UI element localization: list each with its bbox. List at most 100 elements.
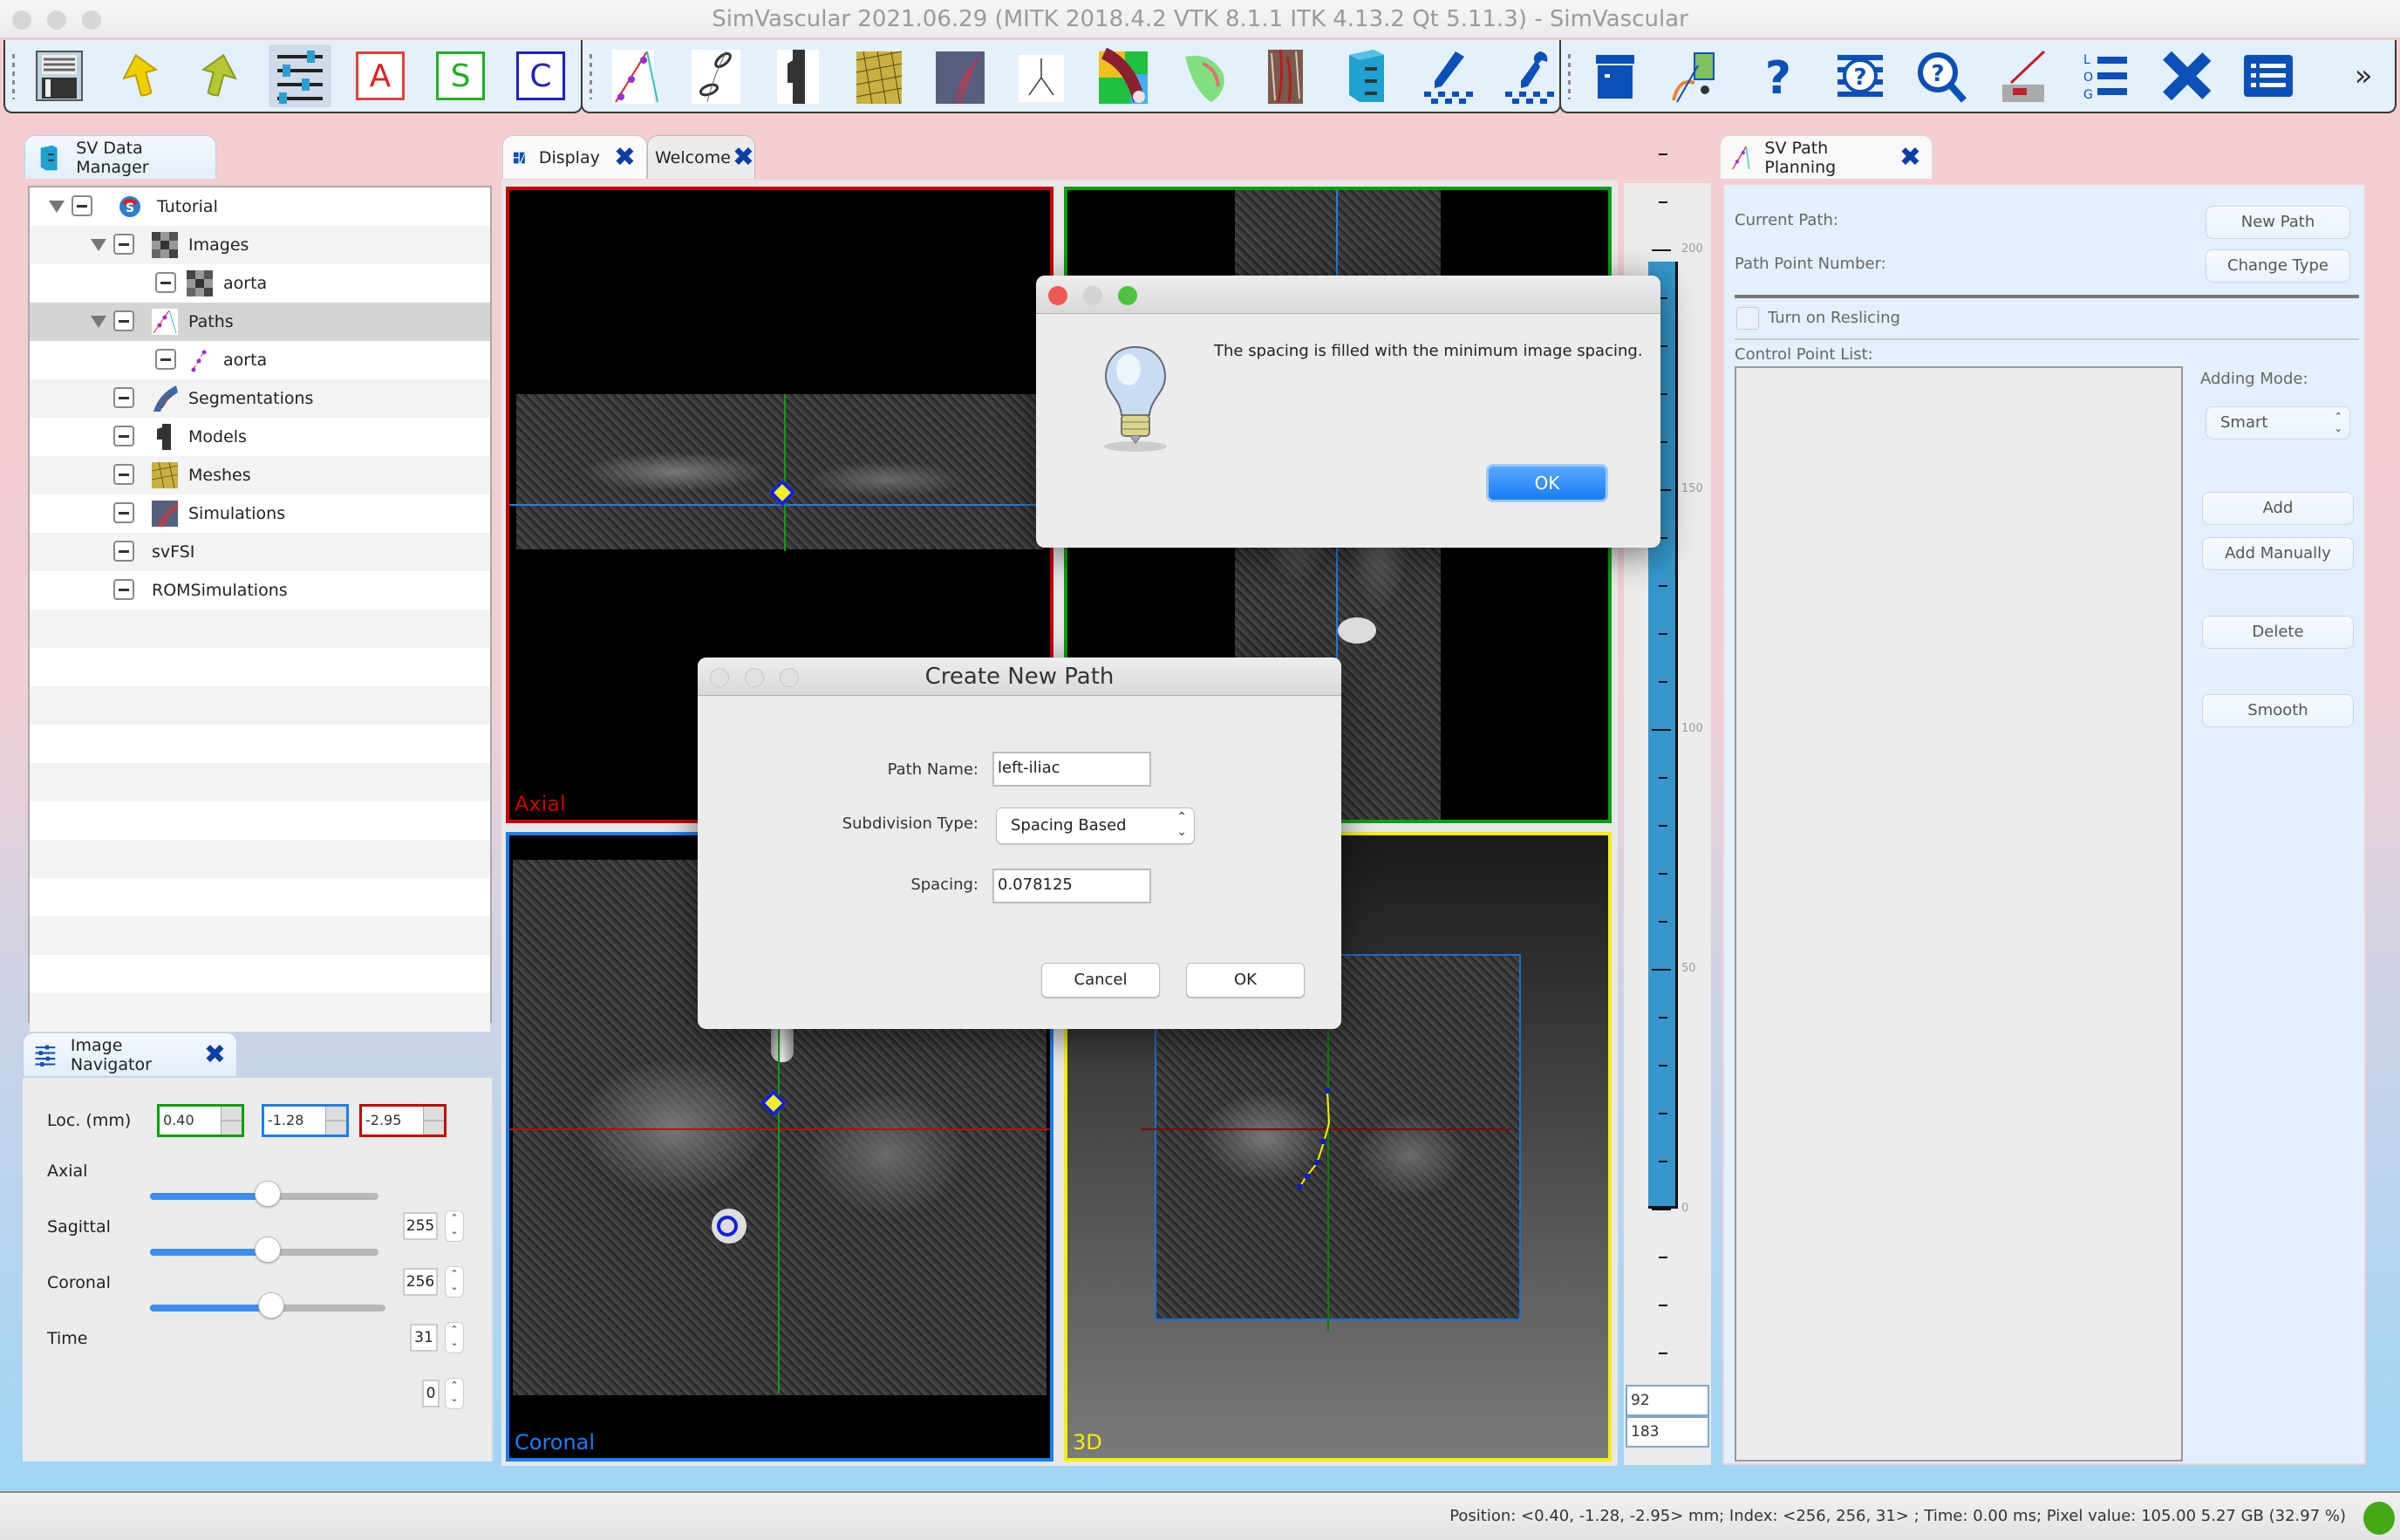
tool-annotation-button[interactable] bbox=[1500, 44, 1559, 107]
redo-button[interactable] bbox=[188, 44, 251, 107]
tree-item-paths[interactable]: Paths bbox=[30, 303, 490, 341]
axial-view-button[interactable]: A bbox=[349, 44, 412, 107]
simulation-button[interactable] bbox=[931, 44, 990, 107]
visibility-toggle[interactable] bbox=[113, 310, 134, 331]
dialog-zoom-button[interactable] bbox=[780, 668, 799, 687]
close-icon[interactable]: ✖ bbox=[204, 1041, 226, 1068]
archive-button[interactable] bbox=[1584, 44, 1647, 107]
expand-arrow-icon[interactable] bbox=[91, 239, 106, 251]
window-field[interactable]: 183 bbox=[1626, 1416, 1709, 1448]
tab-image-navigator[interactable]: Image Navigator ✖ bbox=[23, 1032, 237, 1076]
measurement-button[interactable] bbox=[1666, 44, 1728, 107]
help-button[interactable]: ? bbox=[1747, 44, 1810, 107]
model-button[interactable] bbox=[768, 44, 828, 107]
add-manually-button[interactable]: Add Manually bbox=[2202, 537, 2354, 570]
add-button[interactable]: Add bbox=[2202, 492, 2354, 525]
context-help-button[interactable]: ? bbox=[1829, 44, 1892, 107]
save-button[interactable] bbox=[28, 44, 91, 107]
tree-item-models[interactable]: Models bbox=[30, 418, 490, 456]
loc-x-spinner[interactable] bbox=[221, 1107, 242, 1135]
level-field[interactable]: 92 bbox=[1626, 1385, 1709, 1416]
change-type-button[interactable]: Change Type bbox=[2206, 249, 2350, 283]
svfsi-button[interactable] bbox=[1094, 44, 1153, 107]
visibility-toggle[interactable] bbox=[113, 426, 134, 446]
loc-z-field[interactable]: -2.95 bbox=[359, 1104, 447, 1137]
tab-display[interactable]: Display ✖ bbox=[502, 135, 647, 179]
loc-x-field[interactable]: 0.40 bbox=[157, 1104, 244, 1137]
info-ok-button[interactable]: OK bbox=[1486, 464, 1608, 502]
visibility-toggle[interactable] bbox=[113, 234, 134, 255]
coronal-view-button[interactable]: C bbox=[509, 44, 572, 107]
zoom-window-button[interactable] bbox=[82, 10, 101, 30]
loc-z-spinner[interactable] bbox=[423, 1107, 444, 1135]
sagittal-stepper[interactable]: ⌃ ⌄ bbox=[445, 1266, 464, 1298]
segmentation-button[interactable] bbox=[686, 44, 746, 107]
image-processing-button[interactable] bbox=[1175, 44, 1234, 107]
time-stepper[interactable]: ⌃ ⌄ bbox=[445, 1378, 464, 1409]
coronal-stepper[interactable]: ⌃ ⌄ bbox=[445, 1322, 464, 1353]
sagittal-slider[interactable] bbox=[150, 1237, 378, 1263]
image-navigator-toggle-button[interactable] bbox=[269, 44, 331, 107]
tree-item-aorta[interactable]: aorta bbox=[30, 341, 490, 379]
segmentation-results-button[interactable] bbox=[1256, 44, 1315, 107]
coronal-spinbox[interactable]: 31 bbox=[410, 1324, 438, 1352]
rom-button[interactable] bbox=[1012, 44, 1071, 107]
visibility-toggle[interactable] bbox=[113, 387, 134, 408]
edit-annotation-button[interactable] bbox=[1419, 44, 1478, 107]
data-manager-tree[interactable]: S Tutorial Images aorta Paths aorta Segmentati… bbox=[28, 186, 492, 1032]
ok-button[interactable]: OK bbox=[1186, 963, 1305, 998]
visibility-toggle[interactable] bbox=[155, 349, 176, 370]
data-manager-button[interactable] bbox=[1337, 44, 1396, 107]
axial-slider-handle[interactable] bbox=[255, 1181, 282, 1207]
toolbar-grip[interactable] bbox=[1568, 54, 1571, 99]
sagittal-spinbox[interactable]: 256 bbox=[403, 1268, 438, 1296]
path-planning-button[interactable] bbox=[605, 44, 665, 107]
log-button[interactable]: LOG bbox=[2074, 44, 2137, 107]
reslicing-checkbox[interactable] bbox=[1736, 307, 1759, 330]
tab-sv-path-planning[interactable]: SV Path Planning ✖ bbox=[1720, 135, 1933, 179]
path-point-marker[interactable] bbox=[717, 1216, 738, 1237]
sagittal-view-button[interactable]: S bbox=[429, 44, 492, 107]
toolbar-grip[interactable] bbox=[590, 54, 592, 99]
dialog-close-button[interactable] bbox=[710, 668, 729, 687]
coronal-slider[interactable] bbox=[150, 1292, 385, 1319]
time-spinbox[interactable]: 0 bbox=[422, 1380, 440, 1407]
undo-button[interactable] bbox=[108, 44, 171, 107]
close-window-button[interactable] bbox=[12, 10, 31, 30]
visibility-toggle[interactable] bbox=[155, 272, 176, 293]
close-icon[interactable]: ✖ bbox=[614, 144, 636, 171]
loc-y-field[interactable]: -1.28 bbox=[262, 1104, 349, 1137]
toolbar-overflow-button[interactable]: » bbox=[2332, 44, 2395, 107]
control-point-list[interactable] bbox=[1735, 366, 2183, 1462]
tree-item-simulations[interactable]: Simulations bbox=[30, 494, 490, 533]
visibility-toggle[interactable] bbox=[113, 541, 134, 562]
minimize-window-button[interactable] bbox=[47, 10, 66, 30]
expand-arrow-icon[interactable] bbox=[91, 316, 106, 328]
delete-button[interactable]: Delete bbox=[2202, 616, 2354, 649]
mesh-button[interactable] bbox=[849, 44, 909, 107]
view-list-button[interactable] bbox=[2237, 44, 2300, 107]
cancel-button[interactable]: Cancel bbox=[1041, 963, 1160, 998]
tree-item-aorta[interactable]: aorta bbox=[30, 264, 490, 303]
path-name-input[interactable]: left-iliac bbox=[992, 752, 1151, 787]
tree-item-svfsi[interactable]: svFSI bbox=[30, 533, 490, 571]
dialog-minimize-button[interactable] bbox=[745, 668, 764, 687]
tree-item-romsimulations[interactable]: ROMSimulations bbox=[30, 571, 490, 610]
search-help-button[interactable]: ? bbox=[1910, 44, 1973, 107]
expand-arrow-icon[interactable] bbox=[49, 201, 65, 213]
tree-item-tutorial[interactable]: S Tutorial bbox=[30, 187, 490, 226]
dialog-close-button[interactable] bbox=[1048, 286, 1067, 305]
smooth-button[interactable]: Smooth bbox=[2202, 694, 2354, 727]
tab-welcome[interactable]: Welcome ✖ bbox=[647, 135, 755, 179]
segmentation-draw-button[interactable] bbox=[1992, 44, 2055, 107]
tab-sv-data-manager[interactable]: SV Data Manager bbox=[24, 135, 216, 179]
dialog-minimize-button[interactable] bbox=[1083, 286, 1102, 305]
toolbar-grip[interactable] bbox=[12, 54, 15, 99]
dialog-zoom-button[interactable] bbox=[1118, 286, 1137, 305]
sagittal-slider-handle[interactable] bbox=[255, 1237, 282, 1263]
loc-y-spinner[interactable] bbox=[325, 1107, 346, 1135]
coronal-slider-handle[interactable] bbox=[258, 1292, 285, 1319]
visibility-toggle[interactable] bbox=[113, 502, 134, 523]
visibility-toggle[interactable] bbox=[72, 195, 92, 216]
visibility-toggle[interactable] bbox=[113, 464, 134, 485]
